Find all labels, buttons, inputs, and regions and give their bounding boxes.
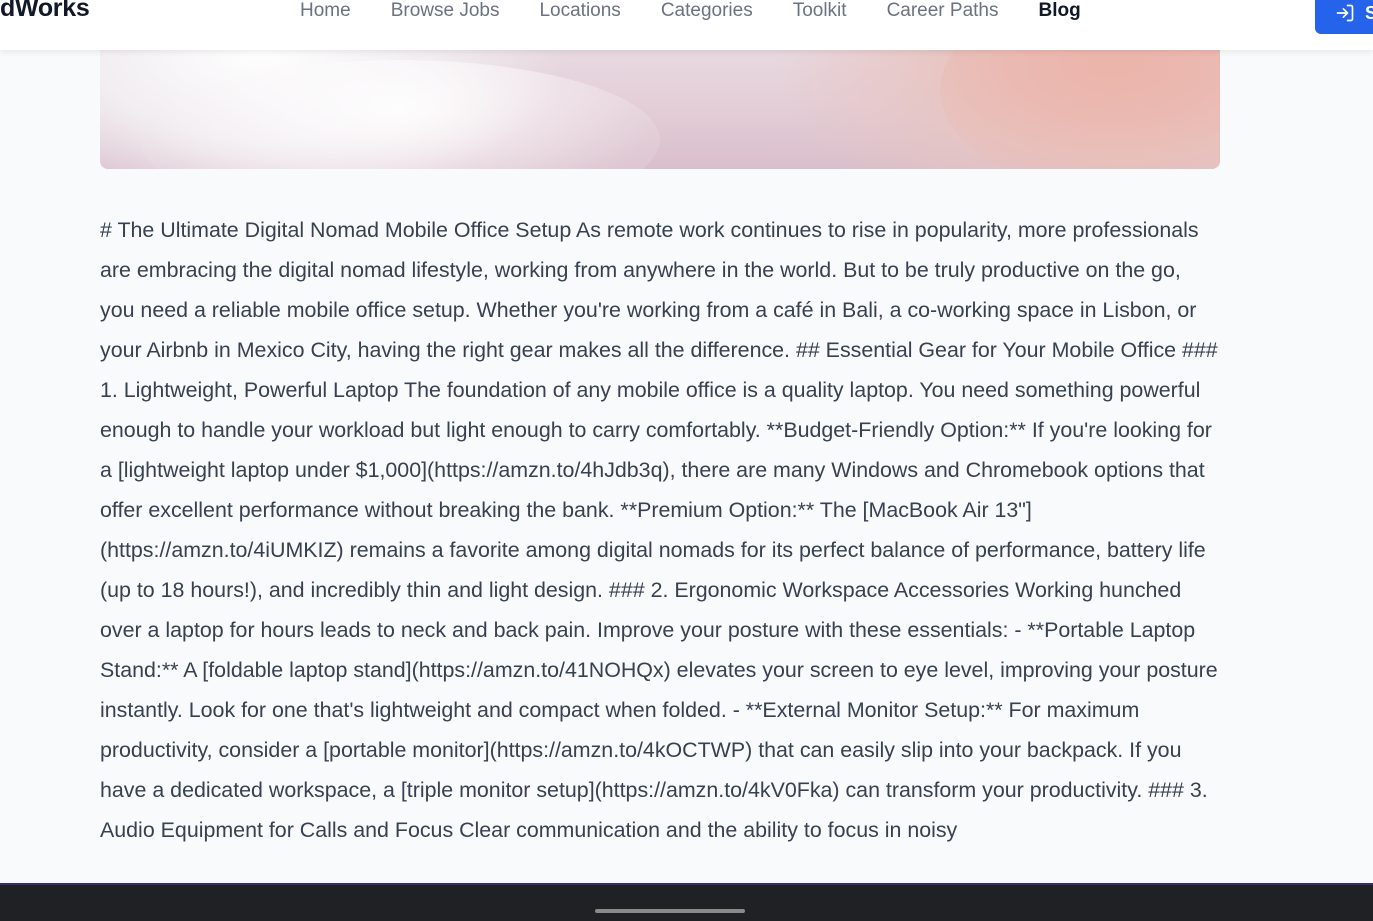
nav-locations[interactable]: Locations [539,0,620,23]
sign-in-button[interactable]: S [1315,0,1373,34]
main-nav: Home Browse Jobs Locations Categories To… [300,0,1121,23]
nav-home[interactable]: Home [300,0,351,23]
nav-blog[interactable]: Blog [1039,0,1081,23]
nav-categories[interactable]: Categories [661,0,753,23]
nav-career-paths[interactable]: Career Paths [887,0,999,23]
top-navigation-bar: dWorks Home Browse Jobs Locations Catego… [0,0,1373,50]
sign-in-icon [1336,4,1354,22]
hero-image-highlight [140,60,660,169]
article-body: # The Ultimate Digital Nomad Mobile Offi… [100,218,1218,842]
nav-toolkit[interactable]: Toolkit [793,0,847,23]
page: dWorks Home Browse Jobs Locations Catego… [0,0,1373,921]
home-indicator-handle[interactable] [595,909,745,913]
nav-browse-jobs[interactable]: Browse Jobs [391,0,500,23]
system-bottom-bar [0,883,1373,921]
sign-in-label: S [1365,2,1373,23]
site-logo[interactable]: dWorks [0,0,90,23]
